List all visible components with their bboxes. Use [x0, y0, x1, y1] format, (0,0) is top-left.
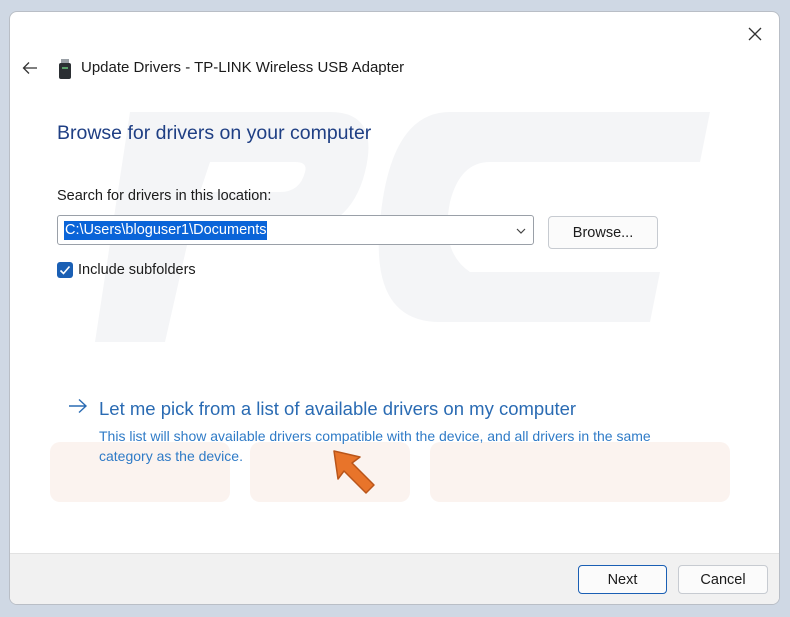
- include-subfolders-checkbox[interactable]: [57, 262, 73, 278]
- update-drivers-dialog: Update Drivers - TP-LINK Wireless USB Ad…: [9, 11, 780, 605]
- chevron-down-icon[interactable]: [515, 225, 527, 237]
- pointer-arrow-annotation: [333, 450, 375, 494]
- pick-driver-link[interactable]: Let me pick from a list of available dri…: [99, 398, 576, 420]
- right-arrow-icon[interactable]: [68, 398, 88, 414]
- back-button[interactable]: [18, 56, 42, 80]
- path-combobox[interactable]: C:\Users\bloguser1\Documents: [57, 215, 534, 245]
- next-button[interactable]: Next: [578, 565, 667, 594]
- page-heading: Browse for drivers on your computer: [57, 122, 372, 144]
- search-location-label: Search for drivers in this location:: [57, 188, 272, 204]
- include-subfolders-label[interactable]: Include subfolders: [78, 262, 196, 278]
- back-arrow-icon: [22, 62, 37, 74]
- usb-adapter-icon: [59, 59, 71, 79]
- pick-driver-description: This list will show available drivers co…: [99, 428, 651, 464]
- browse-button[interactable]: Browse...: [548, 216, 658, 249]
- window-title: Update Drivers - TP-LINK Wireless USB Ad…: [81, 59, 405, 76]
- close-button[interactable]: [741, 20, 769, 48]
- checkmark-icon: [59, 265, 71, 275]
- watermark-logo: [50, 112, 730, 502]
- path-value: C:\Users\bloguser1\Documents: [64, 221, 268, 240]
- dialog-footer: Next Cancel: [10, 553, 779, 604]
- cancel-button[interactable]: Cancel: [678, 565, 768, 594]
- close-icon: [748, 27, 762, 41]
